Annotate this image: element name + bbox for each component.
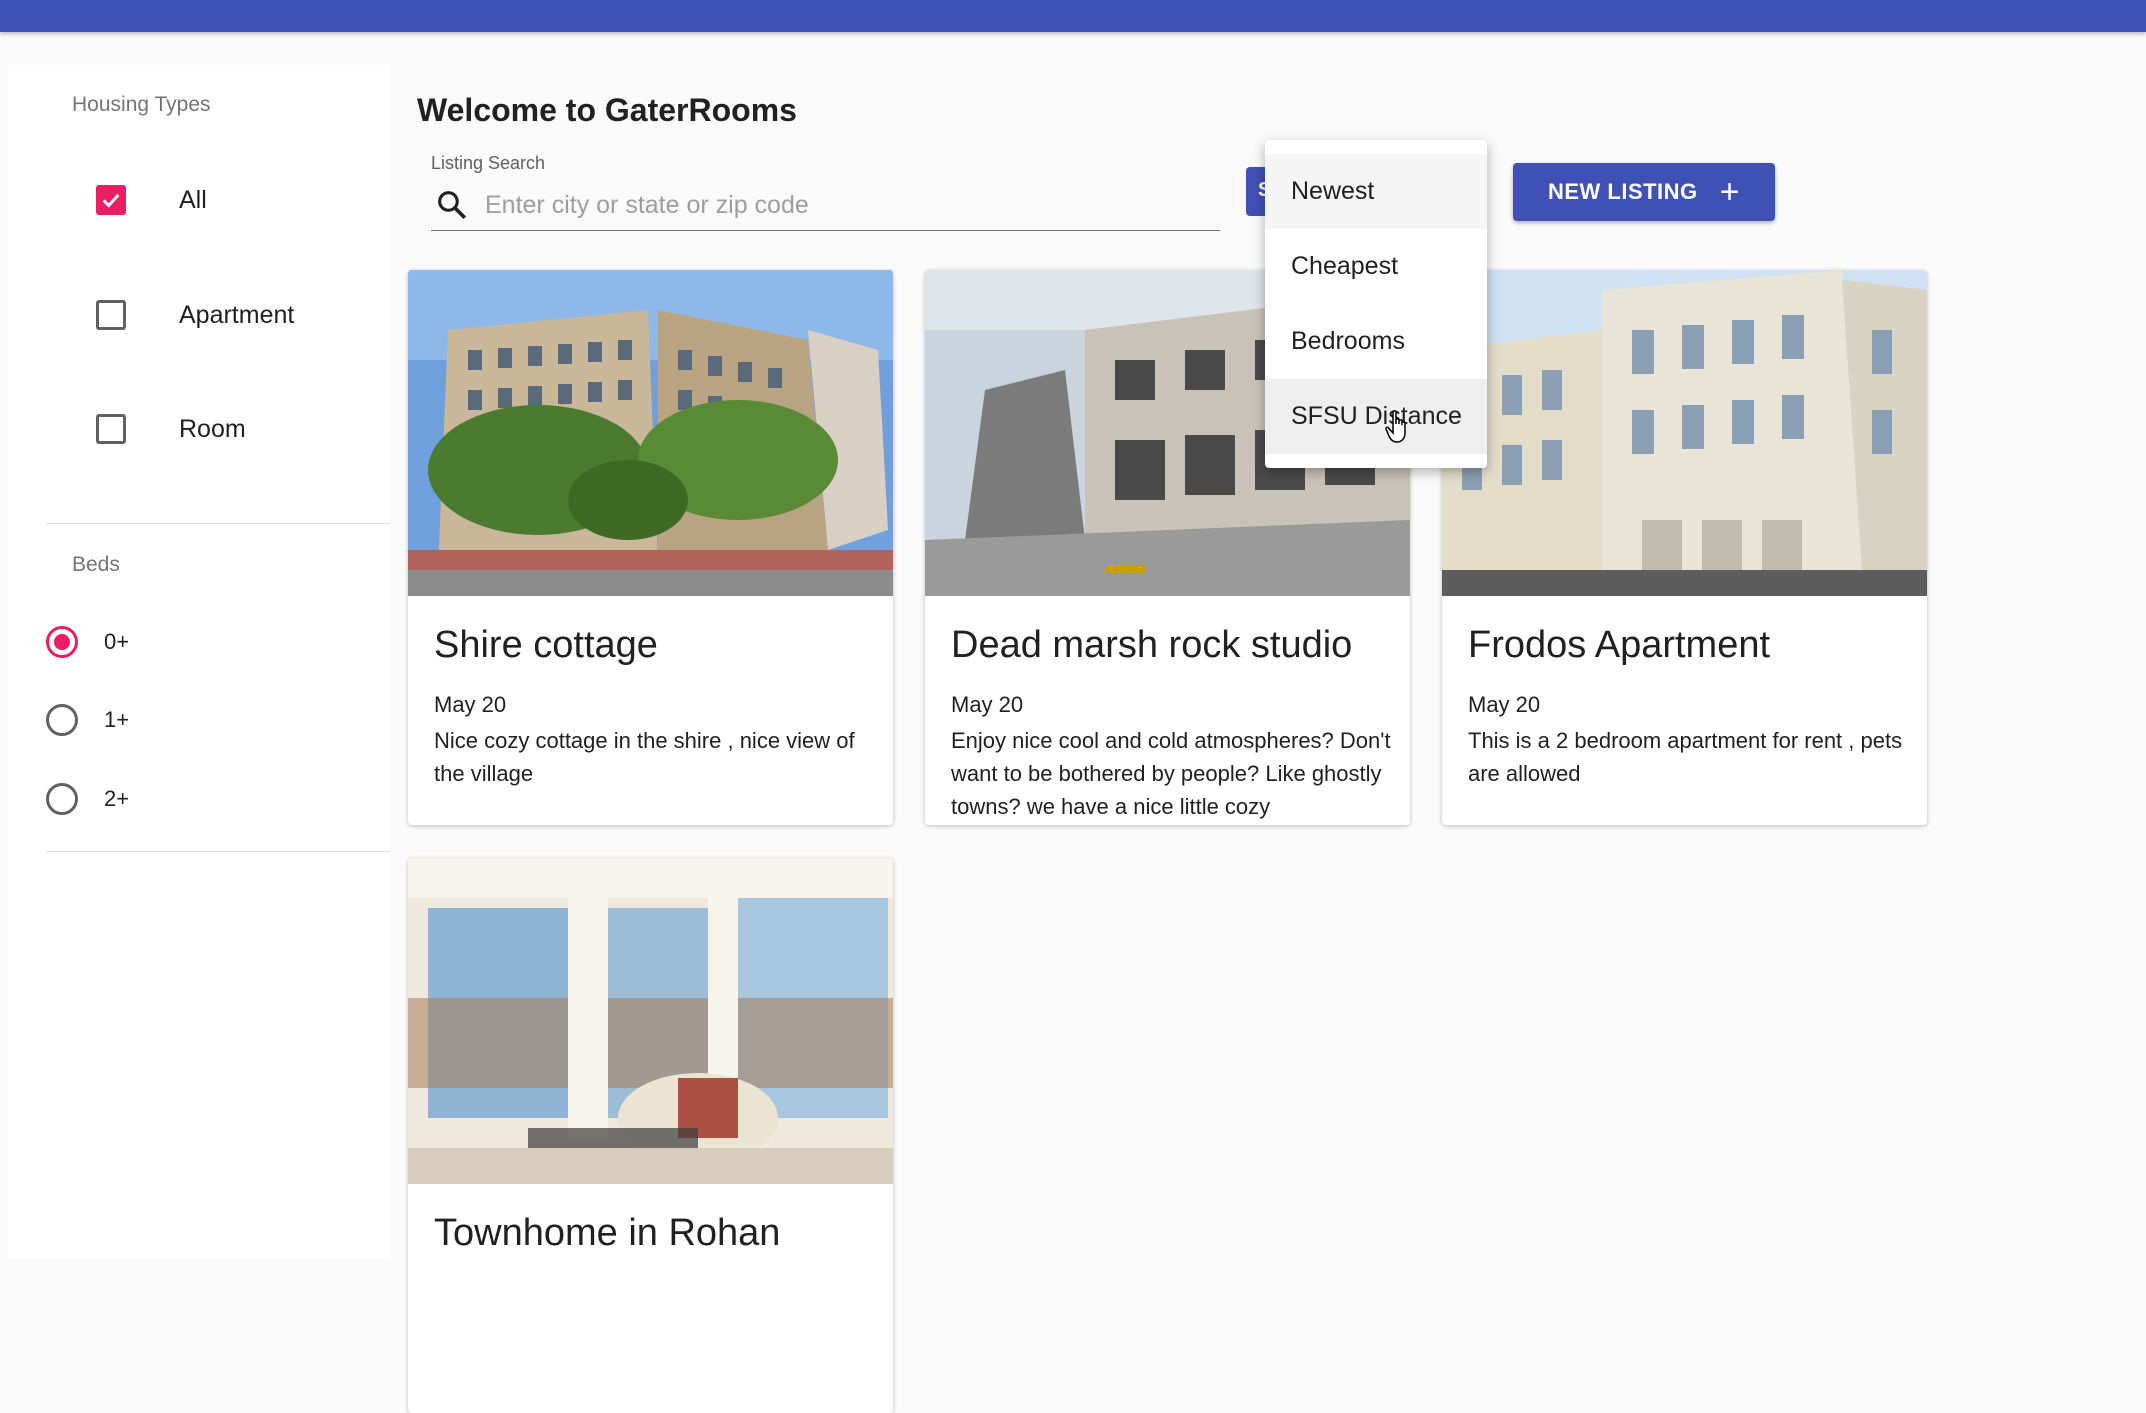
beds-option-2[interactable]: 2+: [46, 779, 129, 819]
sort-option-bedrooms[interactable]: Bedrooms: [1265, 304, 1487, 379]
housing-type-all[interactable]: All: [96, 180, 207, 220]
plus-icon: +: [1719, 173, 1741, 211]
listing-description: Nice cozy cottage in the shire , nice vi…: [434, 728, 855, 786]
housing-type-label: All: [179, 185, 207, 214]
listing-title[interactable]: Frodos Apartment: [1468, 624, 1770, 667]
beds-option-label: 2+: [104, 786, 130, 811]
beds-option-label: 0+: [104, 629, 130, 654]
listing-card[interactable]: Townhome in Rohan: [408, 858, 893, 1413]
sort-menu: Newest Cheapest Bedrooms SFSU Distance: [1265, 140, 1487, 468]
beds-option-1[interactable]: 1+: [46, 700, 129, 740]
radio-unchecked-icon[interactable]: [46, 704, 78, 736]
listing-card[interactable]: Shire cottage May 20 Nice cozy cottage i…: [408, 270, 893, 825]
beds-option-label: 1+: [104, 707, 130, 732]
sidebar-divider: [46, 851, 390, 852]
sort-option-cheapest[interactable]: Cheapest: [1265, 229, 1487, 304]
beds-option-0[interactable]: 0+: [46, 622, 129, 662]
listing-date: May 20: [1468, 692, 1541, 717]
housing-types-title: Housing Types: [72, 93, 211, 116]
listing-photo[interactable]: [1442, 270, 1927, 596]
filter-sidebar: Housing Types All Apartment Room Beds 0+…: [8, 65, 391, 1258]
listing-description: This is a 2 bedroom apartment for rent ,…: [1468, 728, 1903, 786]
new-listing-label: NEW LISTING: [1547, 179, 1698, 204]
housing-type-label: Room: [179, 414, 246, 443]
listing-title[interactable]: Shire cottage: [434, 624, 658, 667]
sort-option-sfsu-distance[interactable]: SFSU Distance: [1265, 379, 1487, 454]
search-field[interactable]: [431, 180, 1220, 231]
housing-type-label: Apartment: [179, 300, 295, 329]
listing-title[interactable]: Townhome in Rohan: [434, 1212, 780, 1255]
radio-checked-icon[interactable]: [46, 626, 78, 658]
listing-card[interactable]: Frodos Apartment May 20 This is a 2 bedr…: [1442, 270, 1927, 825]
housing-type-apartment[interactable]: Apartment: [96, 295, 294, 335]
page-title: Welcome to GaterRooms: [417, 92, 797, 128]
listing-title[interactable]: Dead marsh rock studio: [951, 624, 1352, 667]
app-bar: [0, 0, 2146, 32]
housing-type-room[interactable]: Room: [96, 409, 246, 449]
checkbox-checked-icon[interactable]: [96, 185, 126, 215]
hand-cursor-icon: [1385, 410, 1406, 443]
new-listing-button[interactable]: NEW LISTING +: [1513, 163, 1775, 221]
checkbox-unchecked-icon[interactable]: [96, 300, 126, 330]
radio-unchecked-icon[interactable]: [46, 783, 78, 815]
search-label: Listing Search: [431, 153, 546, 173]
listing-photo[interactable]: [408, 858, 893, 1184]
listing-description: Enjoy nice cool and cold atmospheres? Do…: [951, 728, 1391, 819]
search-input[interactable]: [483, 186, 1207, 224]
listing-photo[interactable]: [408, 270, 893, 596]
search-icon: [438, 191, 467, 220]
checkbox-unchecked-icon[interactable]: [96, 414, 126, 444]
listing-date: May 20: [434, 692, 507, 717]
sort-option-newest[interactable]: Newest: [1265, 154, 1487, 229]
beds-title: Beds: [72, 553, 120, 576]
sidebar-divider: [46, 523, 390, 524]
listing-date: May 20: [951, 692, 1024, 717]
